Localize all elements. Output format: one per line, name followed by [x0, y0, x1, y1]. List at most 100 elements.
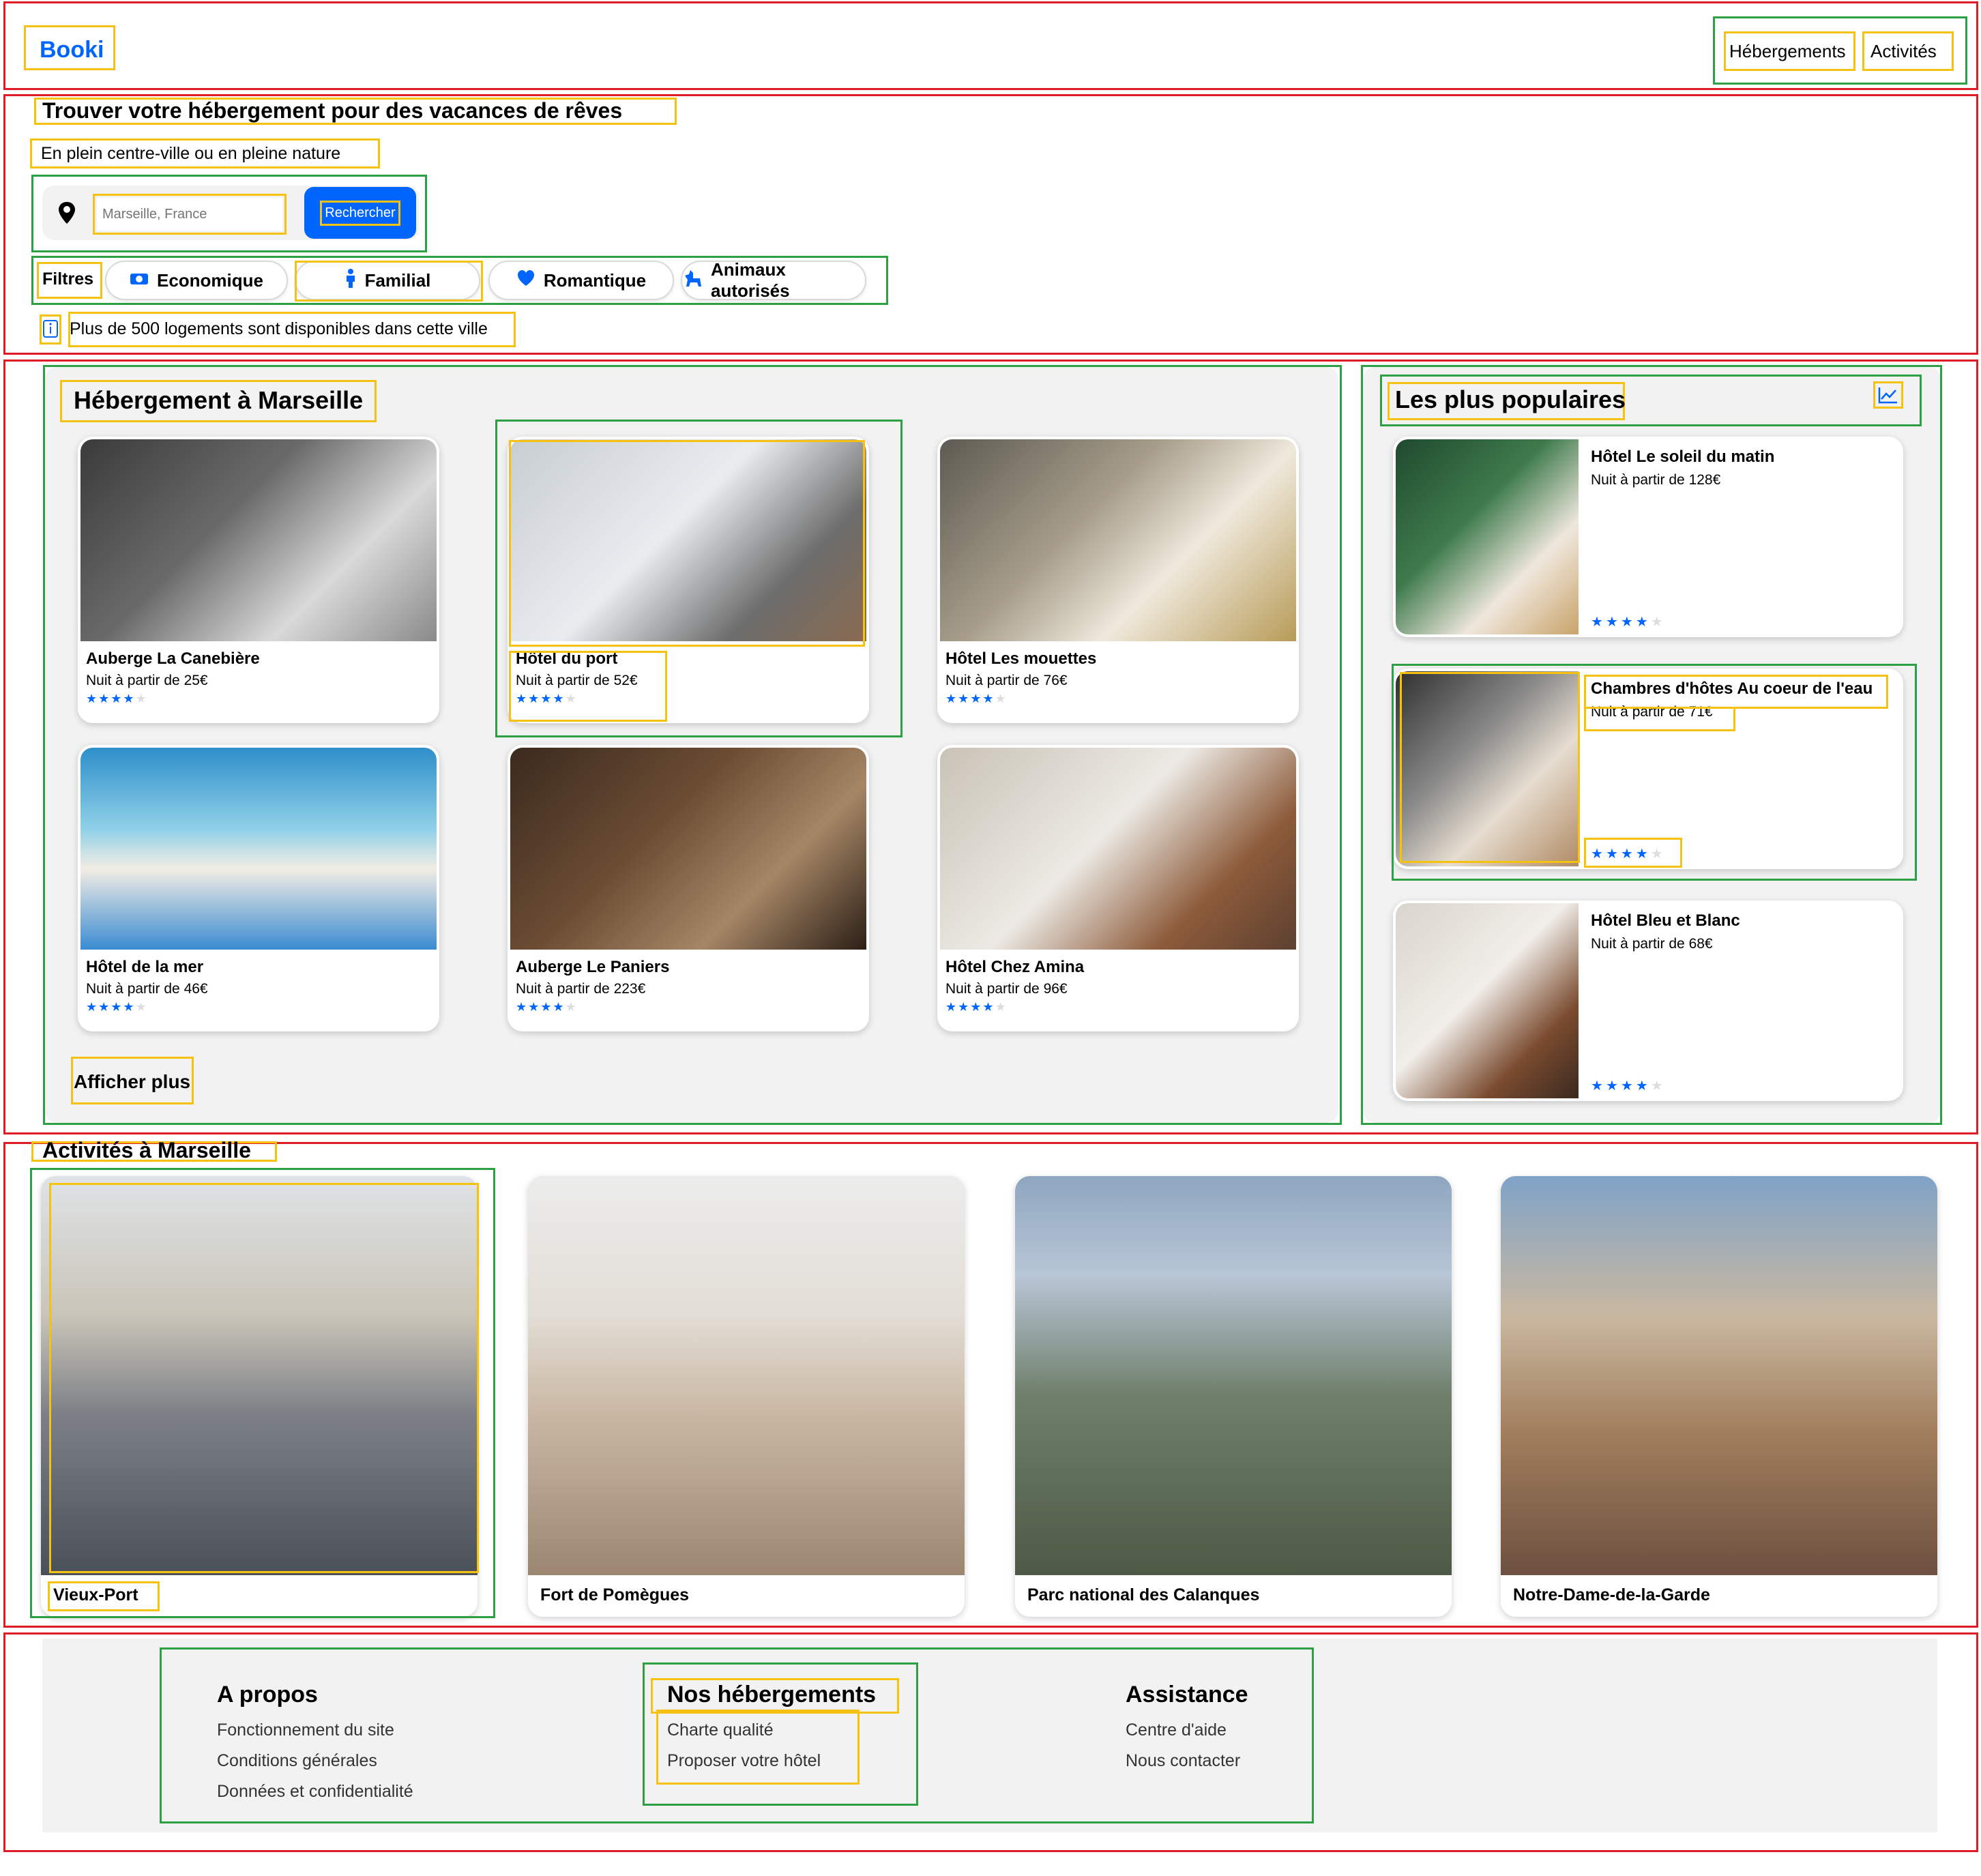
page-title: Trouver votre hébergement pour des vacan…	[42, 98, 623, 123]
lodging-rating: ★★★★★	[945, 1000, 1008, 1014]
activities-title: Activités à Marseille	[42, 1138, 251, 1162]
lodging-price: Nuit à partir de 223€	[516, 981, 646, 997]
lodging-photo	[80, 748, 437, 950]
header-region	[3, 1, 1978, 90]
star-icon: ★	[1620, 1079, 1636, 1094]
popular-name: Hôtel Bleu et Blanc	[1591, 911, 1740, 930]
hotel-du-port-info-box	[509, 651, 667, 722]
activity-name: Notre-Dame-de-la-Garde	[1513, 1585, 1710, 1604]
footer-col-1-link-3[interactable]: Données et confidentialité	[217, 1782, 413, 1802]
filter-animaux[interactable]: Animaux autorisés	[681, 259, 866, 301]
star-icon: ★	[516, 1000, 529, 1014]
trend-chart-icon	[1877, 385, 1899, 405]
lodging-rating: ★★★★★	[86, 692, 148, 706]
star-icon: ★	[86, 692, 99, 705]
popular-photo	[1396, 903, 1579, 1098]
footer-col-2-link-1[interactable]: Charte qualité	[667, 1720, 774, 1740]
activity-name: Parc national des Calanques	[1027, 1585, 1260, 1604]
star-icon: ★	[1605, 1079, 1621, 1094]
lodging-photo	[510, 748, 866, 950]
nav-hebergements[interactable]: Hébergements	[1729, 41, 1846, 62]
lodging-rating: ★★★★★	[945, 692, 1008, 706]
filter-animaux-label: Animaux autorisés	[711, 259, 790, 301]
popular-card[interactable]: Hôtel Bleu et Blanc Nuit à partir de 68€ ★…	[1393, 900, 1903, 1101]
star-icon: ★	[982, 692, 995, 705]
filter-economique-label: Economique	[156, 269, 263, 291]
star-icon: ★	[970, 1000, 983, 1014]
lodging-card[interactable]: Hôtel Chez Amina Nuit à partir de 96€ ★★★★…	[937, 745, 1299, 1031]
dog-icon	[682, 269, 703, 293]
money-icon	[130, 270, 149, 291]
star-icon: ★	[1650, 1079, 1666, 1094]
filter-romantique[interactable]: Romantique	[488, 261, 674, 300]
popular-card-2-name-box	[1584, 675, 1888, 709]
star-icon: ★	[565, 1000, 578, 1014]
logo[interactable]: Booki	[40, 37, 104, 63]
star-icon: ★	[528, 1000, 541, 1014]
popular-name: Hôtel Le soleil du matin	[1591, 448, 1775, 466]
info-text: Plus de 500 logements sont disponibles d…	[70, 319, 488, 338]
logo-text: Booki	[40, 37, 104, 63]
activity-photo	[1501, 1176, 1937, 1575]
lodging-photo	[940, 748, 1296, 950]
star-icon: ★	[1635, 1079, 1651, 1094]
star-icon: ★	[995, 692, 1008, 705]
star-icon: ★	[958, 1000, 971, 1014]
star-icon: ★	[135, 692, 148, 705]
popular-rating: ★★★★★	[1591, 1077, 1666, 1094]
search-button[interactable]: Rechercher	[304, 187, 416, 239]
lodging-rating: ★★★★★	[516, 1000, 578, 1014]
footer-col-3-link-2[interactable]: Nous contacter	[1126, 1751, 1240, 1771]
star-icon: ★	[135, 1000, 148, 1014]
activity-card[interactable]: Notre-Dame-de-la-Garde	[1501, 1176, 1937, 1617]
lodging-title: Hébergement à Marseille	[74, 386, 364, 414]
filters-label: Filtres	[42, 269, 94, 289]
star-icon: ★	[98, 1000, 111, 1014]
lodging-price: Nuit à partir de 25€	[86, 673, 208, 688]
star-icon: ★	[945, 1000, 958, 1014]
activity-card[interactable]: Parc national des Calanques	[1015, 1176, 1452, 1617]
activity-card[interactable]: Fort de Pomègues	[528, 1176, 965, 1617]
star-icon: ★	[86, 1000, 99, 1014]
heart-icon	[516, 269, 535, 292]
lodging-rating: ★★★★★	[86, 1000, 148, 1014]
popular-card-2-stars-box	[1584, 838, 1682, 868]
page-subtitle: En plein centre-ville ou en pleine natur…	[41, 144, 341, 163]
footer-col-3-link-1[interactable]: Centre d'aide	[1126, 1720, 1227, 1740]
search-button-label: Rechercher	[320, 200, 400, 226]
popular-photo	[1396, 439, 1579, 634]
lodging-name: Hôtel Les mouettes	[945, 649, 1097, 668]
filter-economique[interactable]: Economique	[105, 261, 288, 300]
star-icon: ★	[540, 1000, 553, 1014]
popular-card-2-image-box	[1400, 672, 1580, 863]
popular-card[interactable]: Hôtel Le soleil du matin Nuit à partir de…	[1393, 437, 1903, 637]
map-pin-icon	[56, 201, 78, 225]
nav-activites[interactable]: Activités	[1870, 41, 1937, 62]
search-input[interactable]	[97, 198, 282, 231]
star-icon: ★	[945, 692, 958, 705]
footer-col-2-title: Nos hébergements	[667, 1682, 877, 1708]
lodging-card[interactable]: Auberge Le Paniers Nuit à partir de 223€ ★…	[508, 745, 869, 1031]
lodging-name: Auberge Le Paniers	[516, 958, 670, 976]
lodging-photo	[80, 439, 437, 641]
star-icon: ★	[958, 692, 971, 705]
star-icon: ★	[553, 1000, 566, 1014]
footer-col-1-link-1[interactable]: Fonctionnement du site	[217, 1720, 394, 1740]
footer-col-1-link-2[interactable]: Conditions générales	[217, 1751, 377, 1771]
lodging-card[interactable]: Auberge La Canebière Nuit à partir de 25€…	[78, 437, 439, 723]
show-more-button[interactable]: Afficher plus	[74, 1071, 190, 1093]
lodging-name: Hôtel Chez Amina	[945, 958, 1085, 976]
lodging-price: Nuit à partir de 96€	[945, 981, 1068, 997]
star-icon: ★	[1591, 615, 1606, 630]
lodging-card[interactable]: Hôtel de la mer Nuit à partir de 46€ ★★★★★	[78, 745, 439, 1031]
star-icon: ★	[1620, 615, 1636, 630]
star-icon: ★	[995, 1000, 1008, 1014]
lodging-card[interactable]: Hôtel Les mouettes Nuit à partir de 76€ ★★…	[937, 437, 1299, 723]
activity-photo	[1015, 1176, 1452, 1575]
filter-familial-box	[295, 261, 483, 302]
star-icon: ★	[123, 1000, 136, 1014]
footer-col-2-link-2[interactable]: Proposer votre hôtel	[667, 1751, 821, 1771]
popular-price: Nuit à partir de 68€	[1591, 936, 1713, 952]
vieux-port-label-box	[48, 1581, 160, 1611]
star-icon: ★	[98, 692, 111, 705]
